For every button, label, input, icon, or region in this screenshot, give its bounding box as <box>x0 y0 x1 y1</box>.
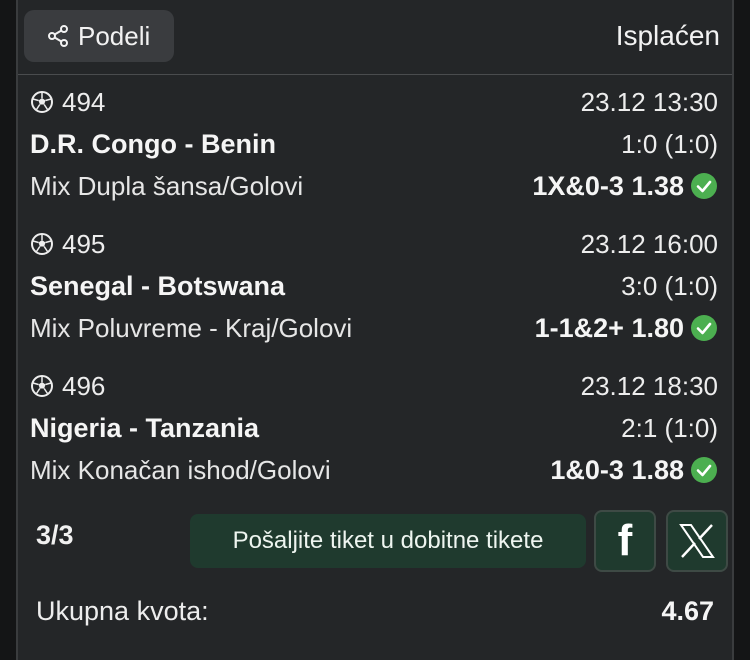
total-odds-value: 4.67 <box>661 596 714 626</box>
x-share-button[interactable] <box>666 510 728 572</box>
check-circle-icon <box>691 457 717 483</box>
match-datetime: 23.12 18:30 <box>580 370 718 401</box>
match-market: Mix Konačan ishod/Golovi <box>30 454 331 485</box>
match-datetime: 23.12 13:30 <box>580 86 718 117</box>
ticket-header: Podeli Isplaćen <box>18 0 732 75</box>
facebook-share-button[interactable]: f <box>594 510 656 572</box>
ticket-status: Isplaćen <box>615 20 720 51</box>
matches-count: 3/3 <box>36 520 74 550</box>
match-pick: 1&0-3 1.88 <box>550 454 684 485</box>
share-button-label: Podeli <box>78 20 151 51</box>
match-score: 1:0 (1:0) <box>621 128 718 159</box>
match-id: 495 <box>62 228 106 259</box>
soccer-ball-icon <box>31 233 53 255</box>
check-circle-icon <box>691 315 717 341</box>
share-icon <box>48 25 68 47</box>
match-pick: 1X&0-3 1.38 <box>532 170 684 201</box>
match-id: 496 <box>62 370 106 401</box>
facebook-icon: f <box>617 516 633 565</box>
x-logo-icon <box>679 524 715 558</box>
match-score: 3:0 (1:0) <box>621 270 718 301</box>
send-to-winning-tickets-button[interactable]: Pošaljite tiket u dobitne tikete <box>190 514 586 568</box>
total-odds-row: Ukupna kvota: 4.67 <box>36 596 714 627</box>
match-teams: D.R. Congo - Benin <box>30 128 276 159</box>
match-item: 494 23.12 13:30 D.R. Congo - Benin 1:0 (… <box>30 84 718 214</box>
match-datetime: 23.12 16:00 <box>580 228 718 259</box>
match-id: 494 <box>62 86 106 117</box>
soccer-ball-icon <box>31 91 53 113</box>
share-button[interactable]: Podeli <box>24 10 174 62</box>
match-teams: Senegal - Botswana <box>30 270 286 301</box>
total-odds-label: Ukupna kvota: <box>36 596 209 626</box>
match-item: 495 23.12 16:00 Senegal - Botswana 3:0 (… <box>30 226 718 356</box>
match-teams: Nigeria - Tanzania <box>30 412 260 443</box>
match-pick: 1-1&2+ 1.80 <box>534 312 684 343</box>
ticket-panel: Podeli Isplaćen 494 23.12 13:30 D.R. Con… <box>16 0 734 660</box>
match-market: Mix Dupla šansa/Golovi <box>30 170 304 201</box>
soccer-ball-icon <box>31 375 53 397</box>
check-circle-icon <box>691 173 717 199</box>
match-score: 2:1 (1:0) <box>621 412 718 443</box>
match-item: 496 23.12 18:30 Nigeria - Tanzania 2:1 (… <box>30 368 718 498</box>
match-market: Mix Poluvreme - Kraj/Golovi <box>30 312 353 343</box>
